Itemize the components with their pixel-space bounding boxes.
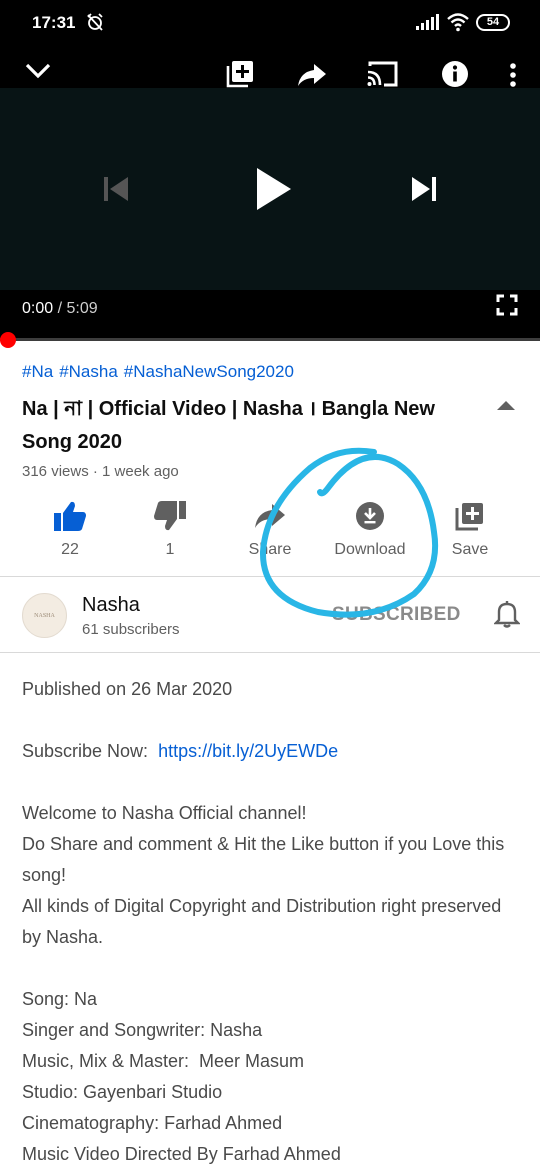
video-player[interactable] [0,88,540,290]
player-top-bar [0,46,540,88]
credit-line: Cinematography: Farhad Ahmed [22,1113,283,1133]
save-label: Save [451,541,489,558]
credit-line: Song: Na [22,989,98,1009]
description-line: All kinds of Digital Copyright and Distr… [22,896,507,947]
alarm-off-icon [87,13,103,31]
subscribed-button[interactable]: SUBSCRIBED [332,604,461,626]
download-button[interactable]: Download [320,498,420,559]
download-label: Download [334,541,406,558]
next-icon[interactable] [408,174,440,204]
download-icon [320,498,420,534]
info-icon[interactable] [440,59,470,89]
save-button[interactable]: Save [420,498,520,559]
divider [0,576,540,577]
video-description: Published on 26 Mar 2020 Subscribe Now: … [22,674,522,1170]
like-button[interactable]: 22 [20,498,120,559]
subscriber-count: 61 subscribers [82,621,180,638]
minimize-chevron-icon[interactable] [24,60,52,82]
notification-bell-icon[interactable] [493,600,521,633]
progress-scrubber[interactable] [0,332,16,348]
save-playlist-icon [420,498,520,534]
divider [0,652,540,653]
hashtags: #Na #Nasha #NashaNewSong2020 [22,362,300,382]
previous-icon[interactable] [100,174,132,204]
time-readout: 0:00 / 5:09 [22,300,98,318]
progress-bar[interactable] [0,338,540,341]
play-icon[interactable] [250,164,296,214]
subscribe-prefix: Subscribe Now: [22,741,159,761]
dislike-button[interactable]: 1 [120,498,220,559]
time-separator: / [53,300,67,317]
collapse-description-icon[interactable] [496,398,516,416]
channel-name[interactable]: Nasha [82,594,140,617]
more-vert-icon[interactable] [503,60,523,90]
share-arrow-icon[interactable] [296,62,328,88]
dislike-count: 1 [165,541,175,558]
share-button[interactable]: Share [220,498,320,559]
hashtag-link[interactable]: #NashaNewSong2020 [124,362,294,381]
credit-line: Music, Mix & Master: Meer Masum [22,1051,305,1071]
share-icon [220,498,320,534]
channel-avatar[interactable]: NASHA [22,593,67,638]
status-time: 17:31 [32,13,76,32]
video-meta: 316 views · 1 week ago [22,463,179,480]
credit-line: Studio: Gayenbari Studio [22,1082,223,1102]
hashtag-link[interactable]: #Na [22,362,53,381]
like-count: 22 [61,541,79,558]
thumbs-up-icon [20,498,120,534]
subscribe-line: Subscribe Now: https://bit.ly/2UyEWDe [22,736,522,767]
duration: 5:09 [66,300,98,317]
cast-icon[interactable] [365,59,399,89]
subscribe-link[interactable]: https://bit.ly/2UyEWDe [158,741,338,761]
avatar-text: NASHA [34,612,55,619]
add-to-queue-icon[interactable] [224,58,256,90]
description-line: Do Share and comment & Hit the Like butt… [22,834,510,885]
wifi-icon [447,13,469,32]
action-row: 22 1 Share Download Save [20,498,520,568]
video-title[interactable]: Na | না | Official Video | Nasha । Bangl… [22,393,467,459]
description-line: Welcome to Nasha Official channel! [22,803,307,823]
credit-line: Music Video Directed By Farhad Ahmed [22,1144,341,1164]
share-label: Share [248,541,292,558]
status-bar: 17:31 54 [0,0,540,46]
hashtag-link[interactable]: #Nasha [59,362,118,381]
fullscreen-icon[interactable] [494,292,520,318]
published-date: Published on 26 Mar 2020 [22,679,233,699]
credit-line: Singer and Songwriter: Nasha [22,1020,263,1040]
signal-icon [416,14,439,30]
current-time: 0:00 [22,300,54,317]
battery-icon: 54 [476,14,510,31]
thumbs-down-icon [120,498,220,534]
